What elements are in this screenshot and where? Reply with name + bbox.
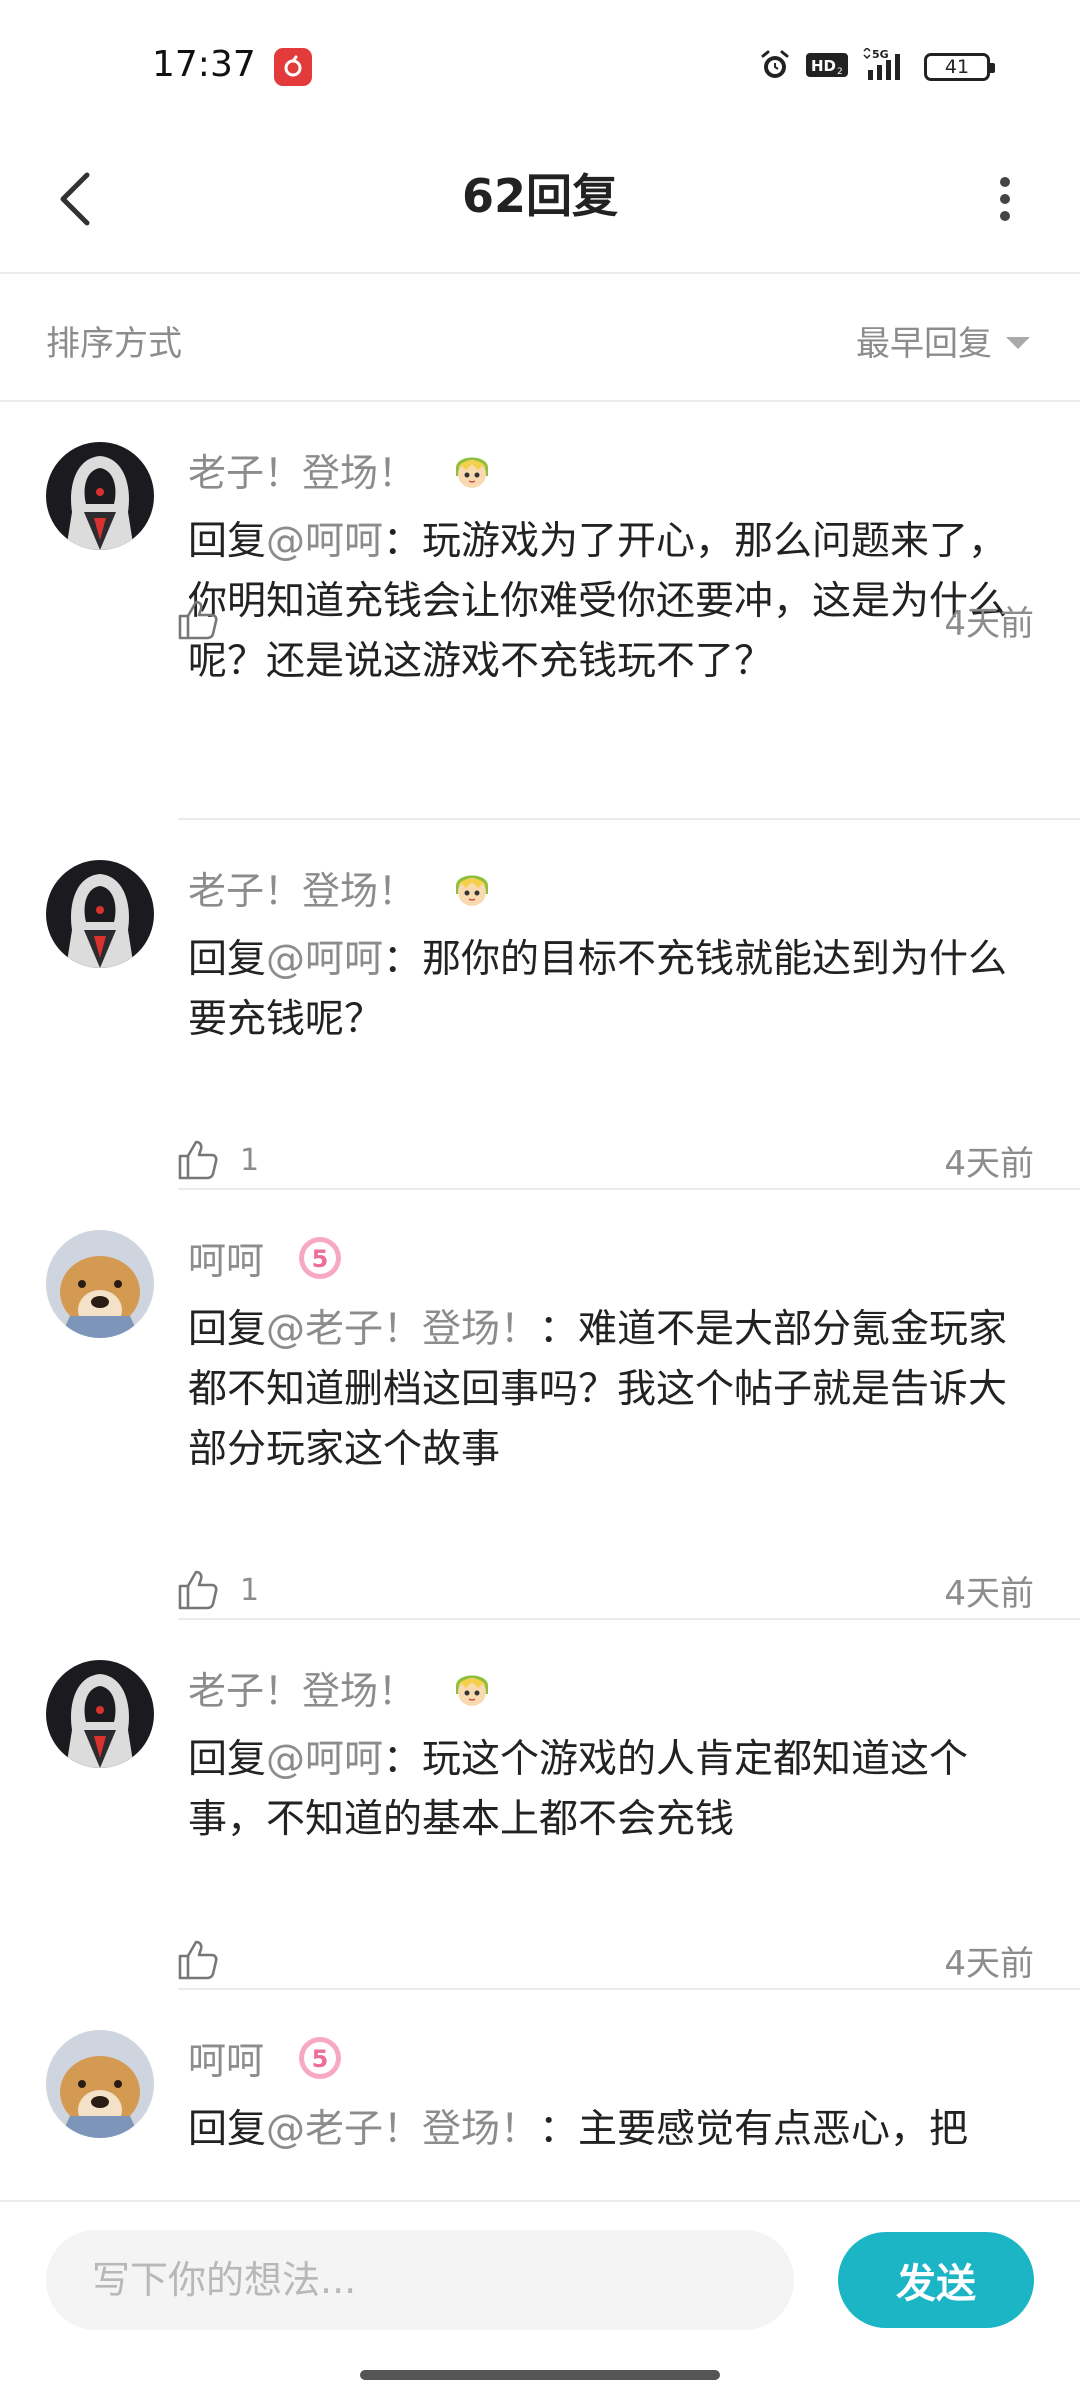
reply-prefix: 回复	[188, 1307, 267, 1352]
thumbs-up-icon	[178, 600, 218, 640]
reply-actions: 1 4天前	[176, 1562, 1034, 1618]
like-button[interactable]: 1	[176, 1568, 259, 1612]
battery-level: 41	[944, 56, 970, 78]
avatar[interactable]	[46, 1660, 154, 1768]
status-time: 17:37	[152, 44, 256, 85]
reply-text: 主要感觉有点恶心，把	[578, 2107, 969, 2152]
reply-prefix: 回复	[188, 1737, 267, 1782]
reply-separator: ：	[383, 937, 423, 982]
reply-separator: ：	[383, 1737, 423, 1782]
avatar[interactable]	[46, 442, 154, 550]
reply-timestamp: 4天前	[944, 1143, 1034, 1184]
reply-content: 回复@老子！登场！：难道不是大部分氪金玩家都不知道删档这回事吗？我这个帖子就是告…	[188, 1300, 1034, 1480]
svg-text:5: 5	[312, 2045, 329, 2073]
reply-item: 呵呵 5 回复@老子！登场！：难道不是大部分氪金玩家都不知道删档这回事吗？我这个…	[0, 1190, 1080, 1620]
reply-separator: ：	[383, 519, 423, 564]
author-name[interactable]: 老子！登场！	[188, 442, 416, 497]
send-button[interactable]: 发送	[838, 2232, 1034, 2328]
reply-item: 老子！登场！ 回复@呵呵：玩这个游戏的人肯定都知道这个事，不知道的基本上都不会充…	[0, 1620, 1080, 1990]
reply-timestamp: 4天前	[944, 1943, 1034, 1984]
reply-prefix: 回复	[188, 2107, 267, 2152]
reply-actions: 4天前	[176, 592, 1034, 648]
reply-prefix: 回复	[188, 937, 267, 982]
sort-label: 排序方式	[46, 324, 182, 364]
svg-text:5G: 5G	[872, 48, 889, 61]
mention-link[interactable]: @呵呵	[266, 1737, 383, 1782]
sort-dropdown[interactable]: 最早回复	[856, 316, 1030, 365]
author-row: 呵呵 5	[188, 2030, 344, 2085]
like-count: 1	[240, 1142, 260, 1178]
reply-timestamp: 4天前	[944, 603, 1034, 644]
author-name[interactable]: 老子！登场！	[188, 860, 416, 915]
level-badge-icon: 5	[296, 2034, 344, 2082]
cartoon-character-badge-icon	[448, 446, 496, 494]
sort-value: 最早回复	[856, 324, 992, 364]
cartoon-character-badge-icon	[448, 1664, 496, 1712]
reply-prefix: 回复	[188, 519, 267, 564]
reply-separator: ：	[539, 1307, 579, 1352]
top-nav: 62回复	[0, 130, 1080, 274]
status-indicators: HD 2 5G 41	[758, 46, 995, 86]
mention-link[interactable]: @老子！登场！	[266, 1307, 539, 1352]
reply-item: 呵呵 5 回复@老子！登场！：主要感觉有点恶心，把	[0, 1990, 1080, 2200]
reply-content: 回复@呵呵：玩这个游戏的人肯定都知道这个事，不知道的基本上都不会充钱	[188, 1730, 1034, 1850]
netease-music-icon	[274, 48, 312, 86]
reply-actions: 4天前	[176, 1932, 1034, 1988]
cartoon-character-badge-icon	[448, 864, 496, 912]
mention-link[interactable]: @老子！登场！	[266, 2107, 539, 2152]
svg-text:2: 2	[837, 67, 843, 77]
author-name[interactable]: 老子！登场！	[188, 1660, 416, 1715]
comment-composer: 发送	[0, 2200, 1080, 2360]
mention-link[interactable]: @呵呵	[266, 519, 383, 564]
author-row: 老子！登场！	[188, 442, 496, 497]
mention-link[interactable]: @呵呵	[266, 937, 383, 982]
battery-icon: 41	[924, 53, 995, 81]
author-row: 呵呵 5	[188, 1230, 344, 1285]
svg-text:HD: HD	[811, 57, 836, 75]
thumbs-up-icon	[178, 1570, 218, 1610]
comment-input[interactable]	[46, 2230, 794, 2330]
like-button[interactable]	[176, 598, 240, 642]
like-button[interactable]: 1	[176, 1138, 259, 1182]
avatar[interactable]	[46, 860, 154, 968]
status-bar: 17:37 HD 2 5G 41	[0, 0, 1080, 130]
reply-actions: 1 4天前	[176, 1132, 1034, 1188]
reply-item: 老子！登场！ 回复@呵呵：那你的目标不充钱就能达到为什么要充钱呢？ 1 4天前	[0, 820, 1080, 1190]
like-button[interactable]	[176, 1938, 240, 1982]
reply-separator: ：	[539, 2107, 579, 2152]
cellular-signal-icon: 5G	[862, 46, 910, 86]
avatar[interactable]	[46, 1230, 154, 1338]
page-title: 62回复	[461, 169, 618, 223]
thumbs-up-icon	[178, 1940, 218, 1980]
svg-text:5: 5	[312, 1245, 329, 1273]
alarm-icon	[758, 48, 792, 86]
more-options-button[interactable]	[970, 164, 1040, 234]
reply-item: 老子！登场！ 回复@呵呵：玩游戏为了开心，那么问题来了，你明知道充钱会让你难受你…	[0, 402, 1080, 820]
caret-down-icon	[1006, 336, 1030, 349]
reply-content: 回复@老子！登场！：主要感觉有点恶心，把	[188, 2100, 1034, 2160]
sort-bar: 排序方式 最早回复	[0, 276, 1080, 402]
author-name[interactable]: 呵呵	[188, 1230, 264, 1285]
reply-timestamp: 4天前	[944, 1573, 1034, 1614]
avatar[interactable]	[46, 2030, 154, 2138]
home-indicator[interactable]	[360, 2370, 720, 2380]
reply-content: 回复@呵呵：那你的目标不充钱就能达到为什么要充钱呢？	[188, 930, 1034, 1050]
thumbs-up-icon	[178, 1140, 218, 1180]
author-name[interactable]: 呵呵	[188, 2030, 264, 2085]
author-row: 老子！登场！	[188, 1660, 496, 1715]
hd-voice-icon: HD 2	[806, 51, 848, 83]
more-vertical-icon	[1000, 177, 1010, 221]
author-row: 老子！登场！	[188, 860, 496, 915]
level-badge-icon: 5	[296, 1234, 344, 1282]
like-count: 1	[240, 1572, 260, 1608]
